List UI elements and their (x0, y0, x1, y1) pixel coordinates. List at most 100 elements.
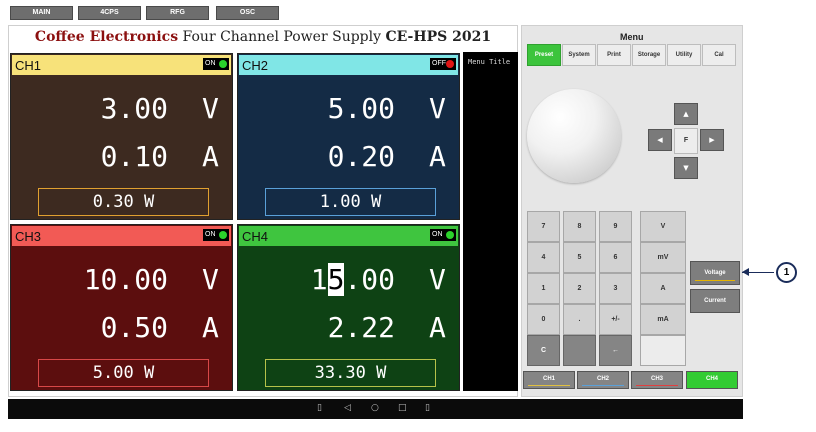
channel-panel-ch2[interactable]: CH2 OFF 5.00 V 0.20 A 1.00 W (237, 53, 460, 220)
arrow-up-button[interactable]: ▲ (674, 103, 698, 125)
channel-tab-indicator (582, 385, 624, 386)
current-button-label: Current (704, 298, 726, 304)
channel-tab-label: CH1 (542, 376, 555, 382)
status-badge[interactable]: ON (203, 229, 229, 241)
unit-key-a[interactable]: A (640, 273, 686, 304)
channel-tab-ch3[interactable]: CH3 (631, 371, 683, 389)
current-unit: A (429, 140, 446, 173)
menu-label: Menu (620, 32, 644, 42)
key-9[interactable]: 9 (599, 211, 632, 242)
status-badge[interactable]: OFF (430, 58, 456, 70)
status-text: ON (205, 60, 216, 67)
menu-button-cal[interactable]: Cal (702, 44, 736, 66)
key-clear[interactable]: C (527, 335, 560, 366)
channel-header: CH2 OFF (239, 55, 458, 75)
unit-key-blank[interactable] (640, 335, 686, 366)
key-decimal[interactable]: . (563, 304, 596, 335)
model-name: CE-HPS 2021 (385, 29, 492, 45)
status-led-icon (446, 60, 454, 68)
current-readout: 0.20 A (238, 140, 459, 178)
key-7[interactable]: 7 (527, 211, 560, 242)
edit-cursor-digit[interactable]: 5 (327, 263, 345, 296)
key-backspace[interactable]: ← (599, 335, 632, 366)
key-2[interactable]: 2 (563, 273, 596, 304)
channel-panel-ch1[interactable]: CH1 ON 3.00 V 0.10 A 0.30 W (10, 53, 233, 220)
voltage-unit: V (429, 92, 446, 125)
callout-arrow-icon (742, 268, 749, 276)
key-blank[interactable] (563, 335, 596, 366)
menu-button-print[interactable]: Print (597, 44, 631, 66)
channel-tab-ch4[interactable]: CH4 (686, 371, 738, 389)
key-3[interactable]: 3 (599, 273, 632, 304)
voltage-value: 3.00 (100, 92, 168, 125)
current-button[interactable]: Current (690, 289, 740, 313)
recents-icon[interactable]: □ (398, 403, 407, 413)
channel-header: CH3 ON (12, 226, 231, 246)
key-5[interactable]: 5 (563, 242, 596, 273)
status-badge[interactable]: ON (203, 58, 229, 70)
power-readout: 1.00 W (265, 188, 436, 216)
key-1[interactable]: 1 (527, 273, 560, 304)
channel-tab-label: CH4 (705, 376, 718, 382)
function-button[interactable]: F (674, 128, 698, 154)
unit-key-v[interactable]: V (640, 211, 686, 242)
key-8[interactable]: 8 (563, 211, 596, 242)
home-icon[interactable]: ○ (371, 403, 379, 413)
arrow-down-button[interactable]: ▼ (674, 157, 698, 179)
channel-tab-ch2[interactable]: CH2 (577, 371, 629, 389)
channel-panel-ch3[interactable]: CH3 ON 10.00 V 0.50 A 5.00 W (10, 224, 233, 391)
tab-osc[interactable]: OSC (216, 6, 279, 20)
channel-name: CH4 (242, 229, 269, 244)
menu-title-area (463, 52, 518, 391)
power-readout: 5.00 W (38, 359, 209, 387)
status-badge[interactable]: ON (430, 229, 456, 241)
voltage-unit: V (202, 92, 219, 125)
arrow-left-button[interactable]: ◀ (648, 129, 672, 151)
power-readout: 0.30 W (38, 188, 209, 216)
screenshot-icon[interactable]: ▯ (317, 403, 322, 413)
current-readout: 0.50 A (11, 311, 232, 349)
menu-button-preset[interactable]: Preset (527, 44, 561, 66)
menu-button-system[interactable]: System (562, 44, 596, 66)
unit-key-mv[interactable]: mV (640, 242, 686, 273)
status-led-icon (446, 231, 454, 239)
volume-icon[interactable]: ▯ (425, 403, 430, 413)
voltage-digits-post: .00 (344, 263, 395, 296)
key-0[interactable]: 0 (527, 304, 560, 335)
rotary-knob[interactable] (527, 89, 621, 183)
unit-key-ma[interactable]: mA (640, 304, 686, 335)
menu-title: Menu Title (468, 58, 511, 66)
tab-main[interactable]: MAIN (10, 6, 73, 20)
voltage-button-indicator (695, 280, 735, 281)
current-value: 0.10 (100, 140, 168, 173)
back-icon[interactable]: ◁ (344, 403, 351, 413)
key-4[interactable]: 4 (527, 242, 560, 273)
channel-header: CH4 ON (239, 226, 458, 246)
voltage-unit: V (202, 263, 219, 296)
callout-marker: 1 (776, 262, 797, 283)
voltage-digits-pre: 1 (310, 263, 328, 296)
power-readout: 33.30 W (265, 359, 436, 387)
channel-panel-ch4[interactable]: CH4 ON 15.00 V 2.22 A 33.30 W (237, 224, 460, 391)
tab-4cps[interactable]: 4CPS (78, 6, 141, 20)
tab-rfg[interactable]: RFG (146, 6, 209, 20)
arrow-right-button[interactable]: ▶ (700, 129, 724, 151)
status-led-icon (219, 60, 227, 68)
voltage-readout[interactable]: 15.00 V (238, 263, 459, 301)
voltage-readout: 5.00 V (238, 92, 459, 130)
channel-tab-ch1[interactable]: CH1 (523, 371, 575, 389)
voltage-value[interactable]: 15.00 (311, 263, 395, 296)
status-text: OFF (432, 60, 446, 67)
key-plus-minus[interactable]: +/- (599, 304, 632, 335)
menu-button-utility[interactable]: Utility (667, 44, 701, 66)
channel-tab-label: CH2 (596, 376, 609, 382)
voltage-button-label: Voltage (704, 270, 726, 276)
channel-name: CH3 (15, 229, 42, 244)
voltage-button[interactable]: Voltage (690, 261, 740, 285)
menu-button-storage[interactable]: Storage (632, 44, 666, 66)
key-6[interactable]: 6 (599, 242, 632, 273)
current-unit: A (202, 140, 219, 173)
current-value: 0.50 (100, 311, 168, 344)
current-readout: 0.10 A (11, 140, 232, 178)
brand-name: Coffee Electronics (34, 29, 179, 45)
